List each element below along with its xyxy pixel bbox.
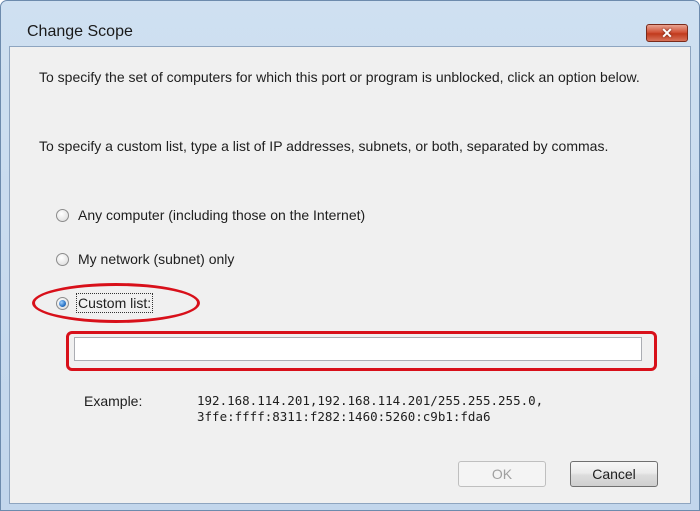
- example-label: Example:: [84, 393, 143, 409]
- example-line-2: 3ffe:ffff:8311:f282:1460:5260:c9b1:fda6: [197, 409, 491, 424]
- dialog-content: To specify the set of computers for whic…: [9, 46, 691, 504]
- annotation-oval-highlight: [32, 283, 200, 323]
- close-button[interactable]: ✕: [646, 24, 688, 42]
- radio-button[interactable]: [56, 208, 69, 222]
- example-values: 192.168.114.201,192.168.114.201/255.255.…: [197, 393, 543, 425]
- example-line-1: 192.168.114.201,192.168.114.201/255.255.…: [197, 393, 544, 408]
- option-my-network[interactable]: My network (subnet) only: [56, 251, 234, 267]
- close-icon: ✕: [661, 25, 673, 41]
- annotation-rect-highlight: [66, 331, 657, 371]
- cancel-button[interactable]: Cancel: [570, 461, 658, 487]
- option-any-computer-label: Any computer (including those on the Int…: [78, 207, 366, 223]
- instruction-text-1: To specify the set of computers for whic…: [39, 69, 640, 85]
- radio-button[interactable]: [56, 252, 69, 266]
- ok-button[interactable]: OK: [458, 461, 546, 487]
- title-bar: Change Scope ✕: [1, 1, 699, 45]
- dialog-title: Change Scope: [27, 23, 133, 40]
- instruction-text-2: To specify a custom list, type a list of…: [39, 138, 609, 154]
- change-scope-dialog: Change Scope ✕ To specify the set of com…: [0, 0, 700, 511]
- option-any-computer[interactable]: Any computer (including those on the Int…: [56, 207, 365, 223]
- option-my-network-label: My network (subnet) only: [78, 251, 235, 267]
